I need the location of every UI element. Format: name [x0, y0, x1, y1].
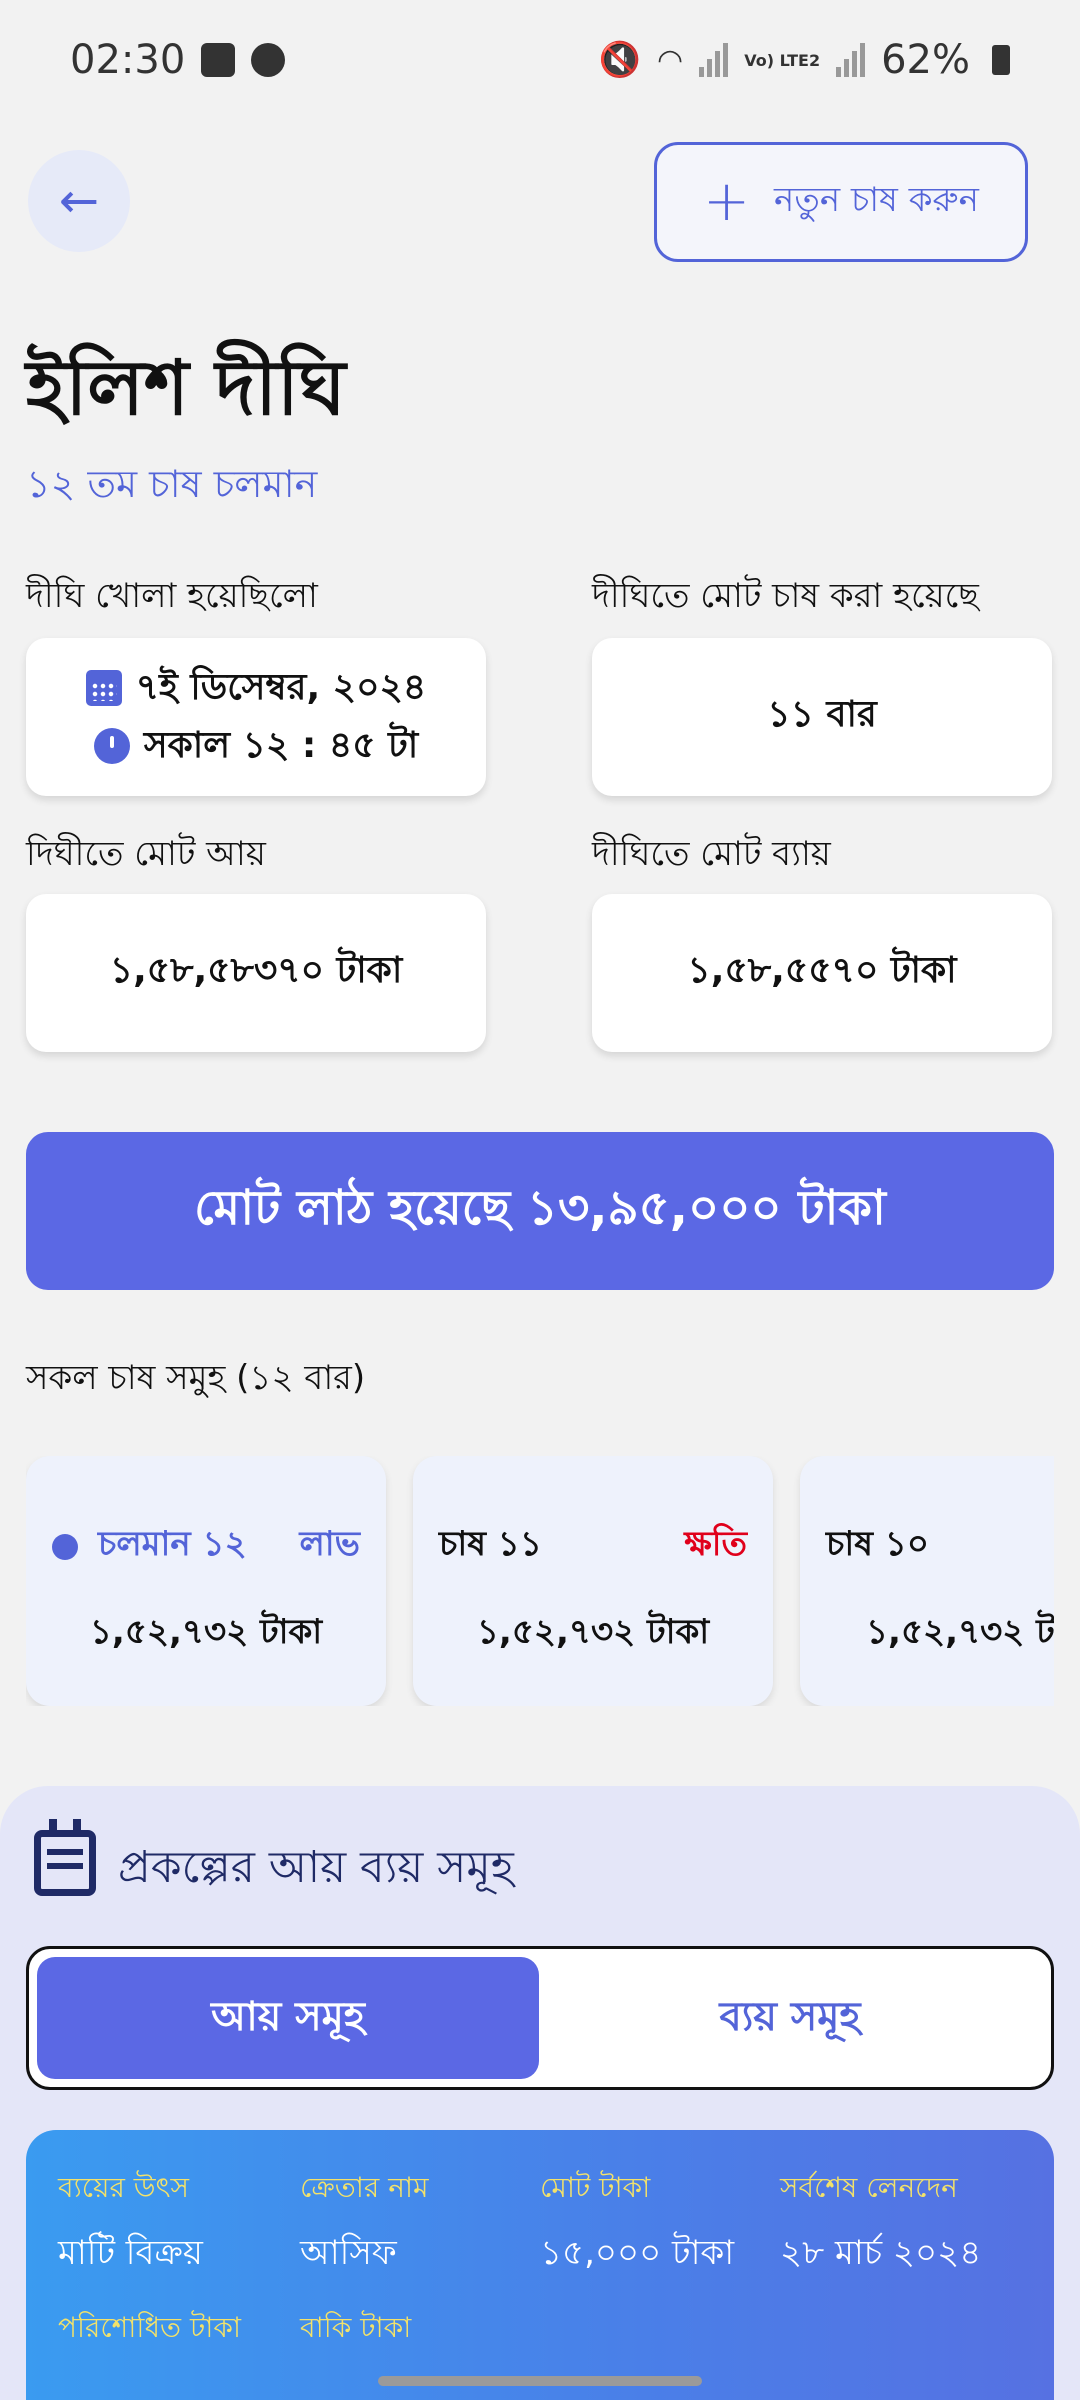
- total-cycles-label: দীঘিতে মোট চাষ করা হয়েছে: [592, 576, 979, 616]
- cycle-name: চাষ ১১: [439, 1524, 542, 1564]
- signal-icon: [836, 43, 866, 77]
- expense-card: ১,৫৮,৫৫৭০ টাকা: [592, 894, 1052, 1052]
- cycles-carousel[interactable]: চলমান ১২ লাভ ১,৫২,৭৩২ টাকা চাষ ১১ ক্ষতি …: [26, 1456, 1054, 1706]
- tab-income[interactable]: আয় সমূহ: [37, 1957, 539, 2079]
- mute-icon: 🔇: [598, 40, 641, 80]
- status-bar: 02:30 🔇 ◠ Vo) LTE2 62%: [0, 0, 1080, 120]
- cycle-name: চাষ ১০: [826, 1524, 929, 1564]
- record-paid-label: পরিশোধিত টাকা: [58, 2311, 242, 2344]
- opened-label: দীঘি খোলা হয়েছিলো: [26, 576, 318, 616]
- back-button[interactable]: ←: [28, 150, 130, 252]
- total-cycles-card: ১১ বার: [592, 638, 1052, 796]
- record-total: মোট টাকা ১৫,০০০ টাকা: [540, 2166, 734, 2284]
- income-value: ১,৫৮,৫৮৩৭০ টাকা: [109, 950, 403, 991]
- record-due: বাকি টাকা: [300, 2306, 411, 2353]
- cycle-amount: ১,৫২,৭৩২ টাকা: [89, 1612, 323, 1652]
- record-last-value: ২৮ মার্চ ২০২৪: [780, 2233, 982, 2273]
- network-label: Vo) LTE2: [744, 50, 821, 70]
- record-source-label: ব্যয়ের উৎস: [58, 2171, 190, 2204]
- income-label: দিঘীতে মোট আয়: [26, 834, 266, 874]
- record-paid: পরিশোধিত টাকা: [58, 2306, 241, 2353]
- record-source: ব্যয়ের উৎস মাটি বিক্রয়: [58, 2166, 203, 2284]
- income-expense-tabs: আয় সমূহ ব্যয় সমূহ: [26, 1946, 1054, 2090]
- record-buyer: ক্রেতার নাম আসিফ: [300, 2166, 429, 2284]
- cycle-status: ক্ষতি: [684, 1524, 747, 1564]
- cycle-card[interactable]: চাষ ১১ ক্ষতি ১,৫২,৭৩২ টাকা: [413, 1456, 773, 1706]
- record-due-label: বাকি টাকা: [300, 2311, 412, 2344]
- profit-banner: মোট লাঠ হয়েছে ১৩,৯৫,০০০ টাকা: [26, 1132, 1054, 1290]
- calendar-list-icon: [34, 1819, 96, 1896]
- cycle-card-active[interactable]: চলমান ১২ লাভ ১,৫২,৭৩২ টাকা: [26, 1456, 386, 1706]
- total-cycles-value: ১১ বার: [767, 694, 877, 735]
- wifi-icon: ◠: [657, 42, 684, 78]
- new-cycle-button[interactable]: + নতুন চাষ করুন: [654, 142, 1028, 262]
- active-dot-icon: [52, 1533, 78, 1560]
- new-cycle-label: নতুন চাষ করুন: [774, 179, 979, 220]
- record-buyer-label: ক্রেতার নাম: [300, 2171, 429, 2204]
- record-source-value: মাটি বিক্রয়: [58, 2233, 203, 2273]
- expense-label: দীঘিতে মোট ব্যায়: [592, 834, 831, 874]
- signal-icon: [699, 43, 729, 77]
- opened-date: ৭ই ডিসেম্বর, ২০২৪: [135, 667, 427, 708]
- plus-icon: +: [703, 169, 751, 234]
- arrow-left-icon: ←: [58, 173, 100, 229]
- cycles-section-label: সকল চাষ সমুহ (১২ বার): [26, 1358, 366, 1398]
- cycle-name: চলমান ১২: [98, 1524, 247, 1564]
- battery-icon: [992, 45, 1010, 75]
- messenger-icon: [251, 43, 286, 77]
- income-card: ১,৫৮,৫৮৩৭০ টাকা: [26, 894, 486, 1052]
- calendar-icon: [85, 670, 122, 706]
- page-title: ইলিশ দীঘি: [26, 343, 346, 432]
- cycle-card[interactable]: চাষ ১০ ১,৫২,৭৩২ টাকা: [800, 1456, 1054, 1706]
- tab-expense[interactable]: ব্যয় সমূহ: [539, 1957, 1041, 2079]
- record-last-label: সর্বশেষ লেনদেন: [780, 2171, 958, 2204]
- cycle-amount: ১,৫২,৭৩২ টাকা: [476, 1612, 710, 1652]
- status-time: 02:30: [70, 37, 186, 83]
- record-total-value: ১৫,০০০ টাকা: [540, 2233, 735, 2273]
- page-subtitle: ১২ তম চাষ চলমান: [26, 462, 318, 506]
- record-total-label: মোট টাকা: [540, 2171, 651, 2204]
- record-buyer-value: আসিফ: [300, 2233, 397, 2273]
- battery-level: 62%: [881, 37, 970, 83]
- expense-value: ১,৫৮,৫৫৭০ টাকা: [687, 950, 957, 991]
- cycle-status: লাভ: [299, 1524, 360, 1564]
- home-indicator[interactable]: [378, 2376, 702, 2386]
- project-panel-title: প্রকল্পের আয় ব্যয় সমূহ: [118, 1842, 514, 1893]
- opened-card: ৭ই ডিসেম্বর, ২০২৪ সকাল ১২ : ৪৫ টা: [26, 638, 486, 796]
- project-panel: প্রকল্পের আয় ব্যয় সমূহ আয় সমূহ ব্যয় …: [0, 1786, 1080, 2400]
- transaction-record-card[interactable]: ব্যয়ের উৎস মাটি বিক্রয় ক্রেতার নাম আসি…: [26, 2130, 1054, 2400]
- opened-time: সকাল ১২ : ৪৫ টা: [143, 725, 419, 766]
- clock-icon: [93, 728, 130, 764]
- image-icon: [201, 43, 236, 77]
- cycle-amount: ১,৫২,৭৩২ টাকা: [866, 1612, 1054, 1652]
- record-last: সর্বশেষ লেনদেন ২৮ মার্চ ২০২৪: [780, 2166, 981, 2284]
